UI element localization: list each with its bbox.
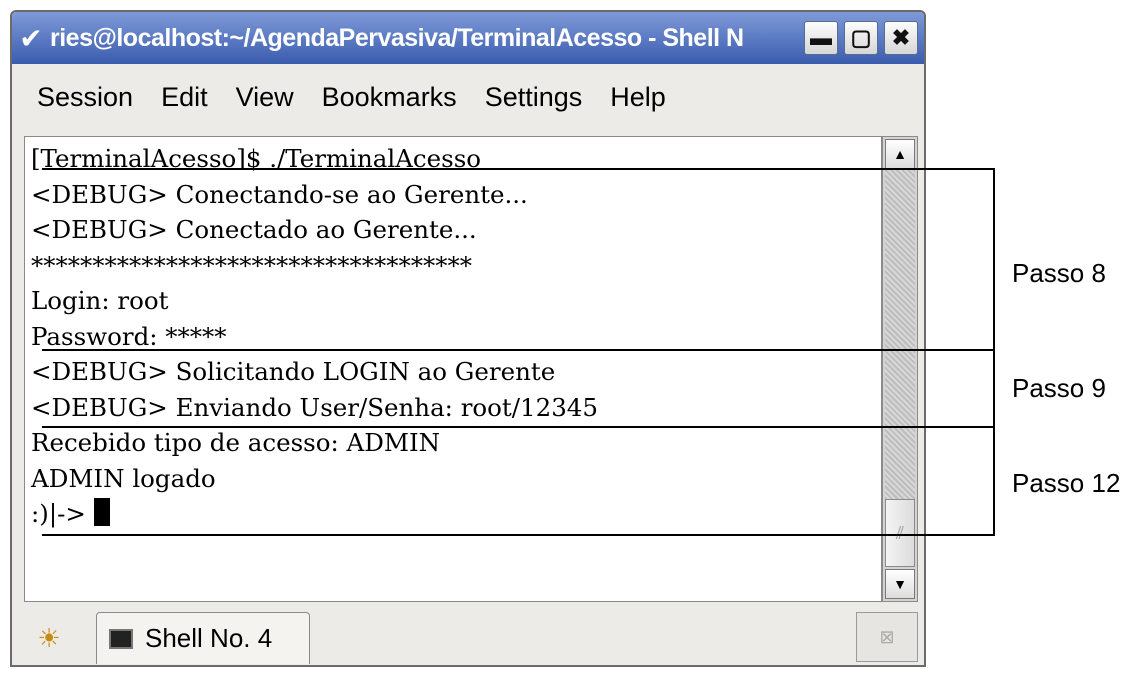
scroll-down-icon[interactable]: ▼ (885, 569, 915, 599)
passo12-bracket (993, 426, 995, 536)
passo9-bracket (993, 349, 995, 428)
window-menu-icon[interactable]: ✔ (12, 12, 50, 64)
scroll-up-icon[interactable]: ▲ (885, 139, 915, 169)
terminal-prompt: :)|-> (31, 499, 94, 528)
menu-view[interactable]: View (225, 76, 305, 119)
terminal-line: ADMIN logado (31, 463, 216, 493)
new-session-icon[interactable]: ☀ (18, 616, 80, 660)
tab-shell-4[interactable]: Shell No. 4 (96, 612, 310, 664)
menu-bar: Session Edit View Bookmarks Settings Hel… (12, 64, 924, 130)
passo8-label: Passo 8 (1012, 258, 1106, 288)
menu-edit[interactable]: Edit (150, 76, 219, 119)
passo9-label: Passo 9 (1012, 373, 1106, 403)
scroll-track[interactable] (885, 169, 915, 499)
terminal-line: Recebido tipo de acesso: ADMIN (31, 428, 441, 457)
passo8-bottom-line (42, 349, 995, 351)
terminal-line: ************************************ (31, 250, 472, 280)
konsole-window: ✔ ries@localhost:~/AgendaPervasiva/Termi… (10, 10, 926, 667)
terminal-line: <DEBUG> Solicitando LOGIN ao Gerente (31, 357, 556, 386)
tab-label: Shell No. 4 (145, 623, 273, 653)
terminal-line: <DEBUG> Enviando User/Senha: root/12345 (31, 392, 598, 422)
passo9-bottom-line (42, 426, 995, 428)
maximize-button[interactable]: ▢ (844, 21, 878, 55)
menu-bookmarks[interactable]: Bookmarks (311, 76, 468, 119)
terminal-output[interactable]: [TerminalAcesso]$ ./TerminalAcesso <DEBU… (24, 136, 882, 602)
terminal-line: <DEBUG> Conectando-se ao Gerente... (31, 179, 528, 209)
passo12-bottom-line (42, 534, 995, 536)
passo12-label: Passo 12 (1012, 468, 1121, 498)
passo8-bracket (993, 168, 995, 351)
terminal-line: [TerminalAcesso]$ ./TerminalAcesso (31, 144, 482, 173)
close-session-icon[interactable]: ⊠ (856, 612, 918, 662)
terminal-line: <DEBUG> Conectado ao Gerente... (31, 215, 477, 244)
terminal-prompt-line: :)|-> (31, 496, 881, 532)
terminal-icon (109, 628, 133, 649)
tab-bar: ☀ Shell No. 4 ⊠ (12, 606, 924, 665)
close-button[interactable]: ✖ (884, 21, 918, 55)
passo8-top-line (42, 168, 995, 170)
window-title: ries@localhost:~/AgendaPervasiva/Termina… (50, 23, 744, 52)
menu-session[interactable]: Session (26, 76, 144, 119)
terminal-line: Login: root (31, 286, 169, 315)
minimize-button[interactable]: ▬ (804, 21, 838, 55)
scroll-thumb[interactable]: ⫽ (885, 499, 915, 567)
vertical-scrollbar[interactable]: ▲ ⫽ ▼ (882, 136, 918, 602)
menu-help[interactable]: Help (599, 76, 677, 119)
title-bar[interactable]: ✔ ries@localhost:~/AgendaPervasiva/Termi… (12, 12, 924, 64)
text-cursor (93, 498, 110, 526)
menu-settings[interactable]: Settings (474, 76, 594, 119)
